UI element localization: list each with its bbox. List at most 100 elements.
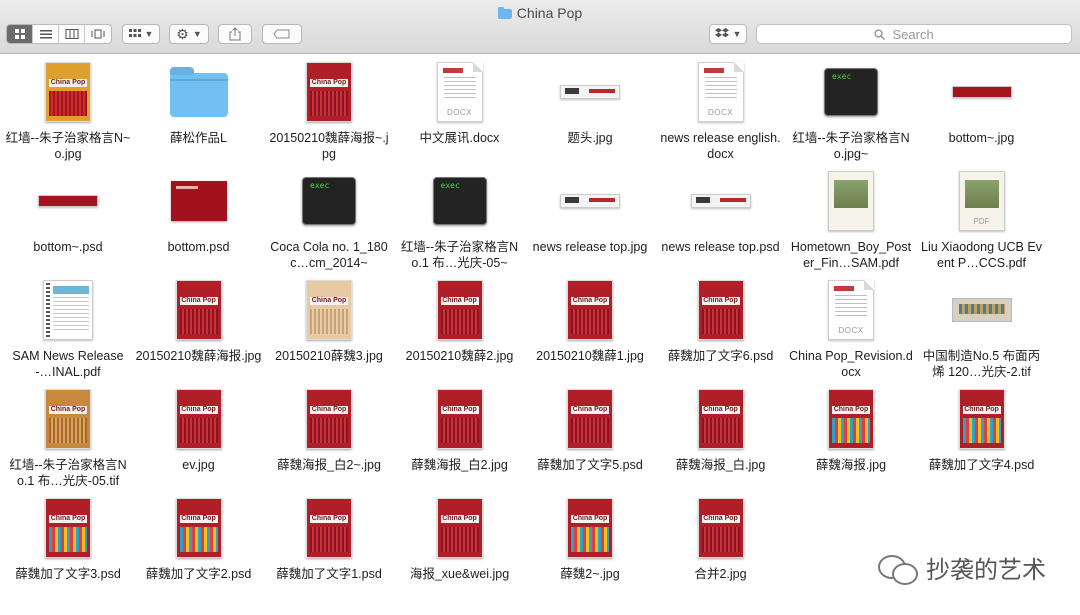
file-item[interactable]: China Pop 薛魏加了文字1.psd	[264, 490, 394, 598]
file-item[interactable]: China Pop 薛魏2~.jpg	[525, 490, 655, 598]
file-item[interactable]: exec Coca Cola no. 1_180c…cm_2014~	[264, 163, 394, 271]
dropbox-button[interactable]: ▼	[709, 24, 747, 44]
poster-thumbnail: China Pop	[567, 280, 613, 340]
file-item[interactable]: China Pop 薛魏海报_白.jpg	[656, 381, 786, 489]
file-item[interactable]: 题头.jpg	[525, 54, 655, 162]
search-input[interactable]	[890, 25, 955, 43]
file-item[interactable]: DOCX 中文展讯.docx	[395, 54, 525, 162]
file-item[interactable]: China Pop 海报_xue&wei.jpg	[395, 490, 525, 598]
column-view-button[interactable]	[59, 25, 86, 43]
file-item[interactable]: China Pop 合并2.jpg	[656, 490, 786, 598]
file-item[interactable]: China Pop 薛魏海报_白2~.jpg	[264, 381, 394, 489]
file-name: Liu Xiaodong UCB Event P…CCS.pdf	[921, 240, 1042, 270]
file-name: China Pop_Revision.docx	[789, 349, 913, 379]
file-item[interactable]: China Pop 20150210魏薛1.jpg	[525, 272, 655, 380]
list-icon	[39, 30, 52, 39]
file-name: 红墙--朱子治家格言No.jpg~	[792, 131, 910, 161]
file-item[interactable]: PDF Liu Xiaodong UCB Event P…CCS.pdf	[917, 163, 1047, 271]
file-thumbnail: China Pop	[299, 498, 359, 558]
arrange-button[interactable]: ▼	[122, 24, 160, 44]
watermark: 抄袭的艺术	[878, 550, 1046, 585]
icon-view-button[interactable]	[7, 25, 34, 43]
file-thumbnail: China Pop	[169, 389, 229, 449]
poster-thumbnail: China Pop	[436, 498, 483, 558]
file-item[interactable]: DOCX news release english.docx	[656, 54, 786, 162]
file-name: 20150210魏薛2.jpg	[405, 349, 514, 363]
file-item[interactable]: China Pop 红墙--朱子治家格言N~o.jpg	[3, 54, 133, 162]
file-item[interactable]: Hometown_Boy_Poster_Fin…SAM.pdf	[786, 163, 916, 271]
file-name: 薛魏海报.jpg	[815, 458, 887, 472]
file-item[interactable]: news release top.jpg	[525, 163, 655, 271]
banner-logo	[565, 88, 579, 94]
banner-thumbnail	[690, 194, 751, 208]
dropbox-icon	[714, 28, 729, 38]
file-item[interactable]: China Pop 红墙--朱子治家格言No.1 布…光庆-05.tif	[3, 381, 133, 489]
file-item[interactable]: China Pop 薛魏海报_白2.jpg	[395, 381, 525, 489]
file-name: 20150210薛魏3.jpg	[275, 349, 383, 363]
chevron-down-icon: ▼	[732, 29, 742, 39]
exec-label: exec	[310, 181, 330, 190]
file-name: 合并2.jpg	[694, 567, 747, 581]
poster-thumbnail: China Pop	[45, 389, 91, 449]
poster-thumbnail: China Pop	[436, 280, 483, 340]
file-item[interactable]: news release top.psd	[656, 163, 786, 271]
file-thumbnail: China Pop	[691, 280, 751, 340]
search-field[interactable]	[756, 24, 1072, 44]
file-item[interactable]: bottom~.psd	[3, 163, 133, 271]
pdf-photo	[834, 180, 868, 208]
file-name: 题头.jpg	[567, 131, 613, 145]
share-button[interactable]	[218, 24, 252, 44]
poster-title: China Pop	[442, 406, 477, 413]
file-item[interactable]: China Pop 薛魏加了文字2.psd	[134, 490, 264, 598]
file-item[interactable]: China Pop 薛魏加了文字5.psd	[525, 381, 655, 489]
file-item[interactable]: DOCX China Pop_Revision.docx	[786, 272, 916, 380]
chevron-down-icon: ▼	[144, 29, 154, 39]
file-item[interactable]: China Pop 20150210魏薛2.jpg	[395, 272, 525, 380]
file-item[interactable]: China Pop 薛魏加了文字3.psd	[3, 490, 133, 598]
file-name: 20150210魏薛海报~.jpg	[269, 131, 389, 161]
file-name: 海报_xue&wei.jpg	[409, 567, 510, 581]
poster-title: China Pop	[572, 297, 608, 304]
poster-thumbnail: China Pop	[567, 498, 613, 558]
file-item[interactable]: 薛松作品L	[134, 54, 264, 162]
poster-pattern	[179, 527, 218, 552]
poster-thumbnail: China Pop	[436, 389, 483, 449]
file-item[interactable]: China Pop ev.jpg	[134, 381, 264, 489]
file-item[interactable]: 中国制造No.5 布面丙烯 120…光庆-2.tif	[917, 272, 1047, 380]
file-thumbnail: China Pop	[169, 498, 229, 558]
poster-thumbnail: China Pop	[697, 498, 744, 558]
file-item[interactable]: China Pop 20150210魏薛海报~.jpg	[264, 54, 394, 162]
cover-flow-view-button[interactable]	[85, 25, 111, 43]
search-icon	[873, 28, 885, 40]
file-item[interactable]: China Pop 薛魏加了文字4.psd	[917, 381, 1047, 489]
file-item[interactable]: China Pop 薛魏加了文字6.psd	[656, 272, 786, 380]
document-lines	[443, 77, 476, 99]
file-thumbnail: exec	[299, 171, 359, 231]
pdf-photo	[964, 180, 999, 208]
list-view-button[interactable]	[33, 25, 60, 43]
file-item[interactable]: exec 红墙--朱子治家格言No.jpg~	[786, 54, 916, 162]
file-thumbnail: China Pop	[38, 389, 98, 449]
poster-title: China Pop	[311, 406, 347, 413]
file-extension-label: DOCX	[838, 326, 864, 335]
file-item[interactable]: China Pop 20150210魏薛海报.jpg	[134, 272, 264, 380]
file-item[interactable]: exec 红墙--朱子治家格言No.1 布…光庆-05~	[395, 163, 525, 271]
action-button[interactable]: ⚙ ▼	[169, 24, 209, 44]
file-item[interactable]: bottom.psd	[134, 163, 264, 271]
banner-thumbnail	[560, 194, 620, 208]
file-item[interactable]: China Pop 薛魏海报.jpg	[786, 381, 916, 489]
file-item[interactable]: bottom~.jpg	[917, 54, 1047, 162]
file-thumbnail: PDF	[952, 171, 1012, 231]
file-item[interactable]: SAM News Release-…INAL.pdf	[3, 272, 133, 380]
file-item[interactable]: China Pop 20150210薛魏3.jpg	[264, 272, 394, 380]
poster-thumbnail: China Pop	[45, 62, 91, 122]
pdf-thumbnail	[828, 171, 874, 231]
file-name: 薛魏加了文字5.psd	[537, 458, 643, 472]
banner-title	[589, 198, 615, 202]
file-thumbnail: China Pop	[430, 280, 490, 340]
pdf-thumbnail: PDF	[958, 171, 1005, 231]
poster-thumbnail: China Pop	[306, 498, 352, 558]
file-name: 薛魏加了文字1.psd	[276, 567, 382, 581]
file-thumbnail: exec	[821, 62, 881, 122]
edit-tags-button[interactable]	[262, 24, 302, 44]
